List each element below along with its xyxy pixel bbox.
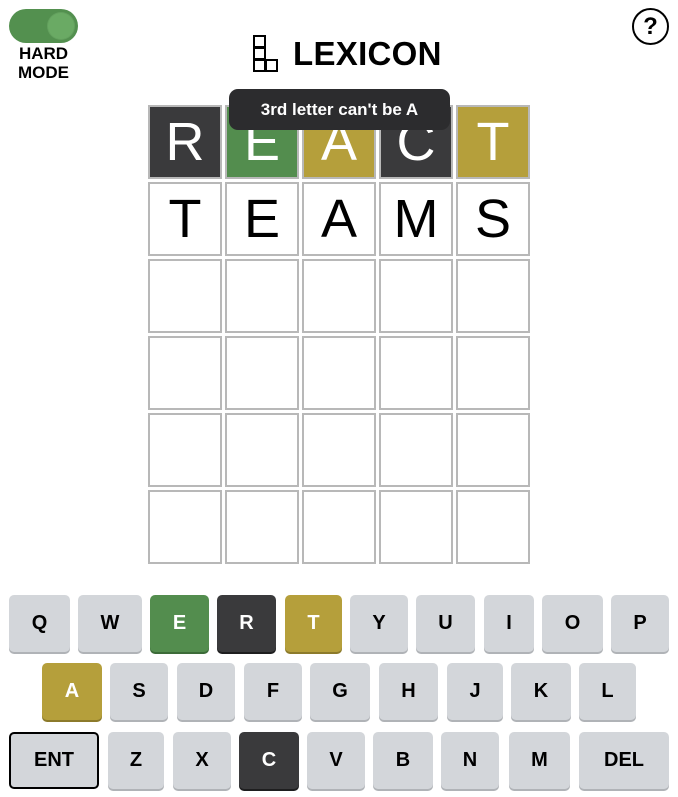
board-tile-r3c1 — [148, 259, 222, 333]
key-l[interactable]: L — [579, 663, 636, 720]
board-tile-r4c1 — [148, 336, 222, 410]
key-i[interactable]: I — [484, 595, 534, 652]
board-tile-r4c4 — [379, 336, 453, 410]
board-tile-r4c3 — [302, 336, 376, 410]
hard-mode-toggle[interactable] — [9, 9, 78, 43]
key-t[interactable]: T — [285, 595, 342, 652]
board-tile-r3c4 — [379, 259, 453, 333]
key-w[interactable]: W — [78, 595, 142, 652]
key-v[interactable]: V — [307, 732, 365, 789]
board-tile-r4c5 — [456, 336, 530, 410]
key-a[interactable]: A — [42, 663, 102, 720]
game-board: REACTTEAMS — [148, 105, 530, 564]
key-d[interactable]: D — [177, 663, 235, 720]
key-o[interactable]: O — [542, 595, 603, 652]
key-del[interactable]: DEL — [579, 732, 669, 789]
key-r[interactable]: R — [217, 595, 276, 652]
key-b[interactable]: B — [373, 732, 433, 789]
key-n[interactable]: N — [441, 732, 499, 789]
board-tile-r5c5 — [456, 413, 530, 487]
board-tile-r6c2 — [225, 490, 299, 564]
board-tile-r2c4: M — [379, 182, 453, 256]
board-tile-r3c3 — [302, 259, 376, 333]
board-tile-r5c1 — [148, 413, 222, 487]
board-tile-r6c5 — [456, 490, 530, 564]
board-tile-r1c1: R — [148, 105, 222, 179]
title-bar: LEXICON — [252, 34, 442, 74]
hard-mode-label-line2: MODE — [18, 63, 69, 82]
board-tile-r5c4 — [379, 413, 453, 487]
key-z[interactable]: Z — [108, 732, 164, 789]
board-tile-r6c1 — [148, 490, 222, 564]
toast-message: 3rd letter can't be A — [229, 89, 450, 130]
board-tile-r5c3 — [302, 413, 376, 487]
key-g[interactable]: G — [310, 663, 370, 720]
key-y[interactable]: Y — [350, 595, 408, 652]
board-tile-r2c2: E — [225, 182, 299, 256]
page-title: LEXICON — [293, 35, 442, 72]
logo-icon — [253, 35, 278, 72]
key-p[interactable]: P — [611, 595, 669, 652]
board-tile-r2c3: A — [302, 182, 376, 256]
key-x[interactable]: X — [173, 732, 231, 789]
key-e[interactable]: E — [150, 595, 209, 652]
help-button[interactable]: ? — [632, 8, 669, 45]
board-tile-r6c4 — [379, 490, 453, 564]
key-m[interactable]: M — [509, 732, 570, 789]
app: HARD MODE ? LEXICON REACTTEAMS 3rd lette… — [0, 0, 678, 797]
help-icon: ? — [643, 12, 658, 40]
key-s[interactable]: S — [110, 663, 168, 720]
board-tile-r4c2 — [225, 336, 299, 410]
board-tile-r6c3 — [302, 490, 376, 564]
board-tile-r1c5: T — [456, 105, 530, 179]
key-h[interactable]: H — [379, 663, 438, 720]
toggle-knob[interactable] — [47, 12, 75, 40]
hard-mode-label-line1: HARD — [18, 44, 69, 63]
key-c[interactable]: C — [239, 732, 299, 789]
hard-mode-label: HARD MODE — [0, 44, 87, 82]
key-u[interactable]: U — [416, 595, 475, 652]
key-j[interactable]: J — [447, 663, 503, 720]
board-tile-r3c5 — [456, 259, 530, 333]
board-tile-r3c2 — [225, 259, 299, 333]
board-tile-r5c2 — [225, 413, 299, 487]
board-tile-r2c1: T — [148, 182, 222, 256]
key-q[interactable]: Q — [9, 595, 70, 652]
key-k[interactable]: K — [511, 663, 571, 720]
key-ent[interactable]: ENT — [9, 732, 99, 789]
key-f[interactable]: F — [244, 663, 302, 720]
board-tile-r2c5: S — [456, 182, 530, 256]
